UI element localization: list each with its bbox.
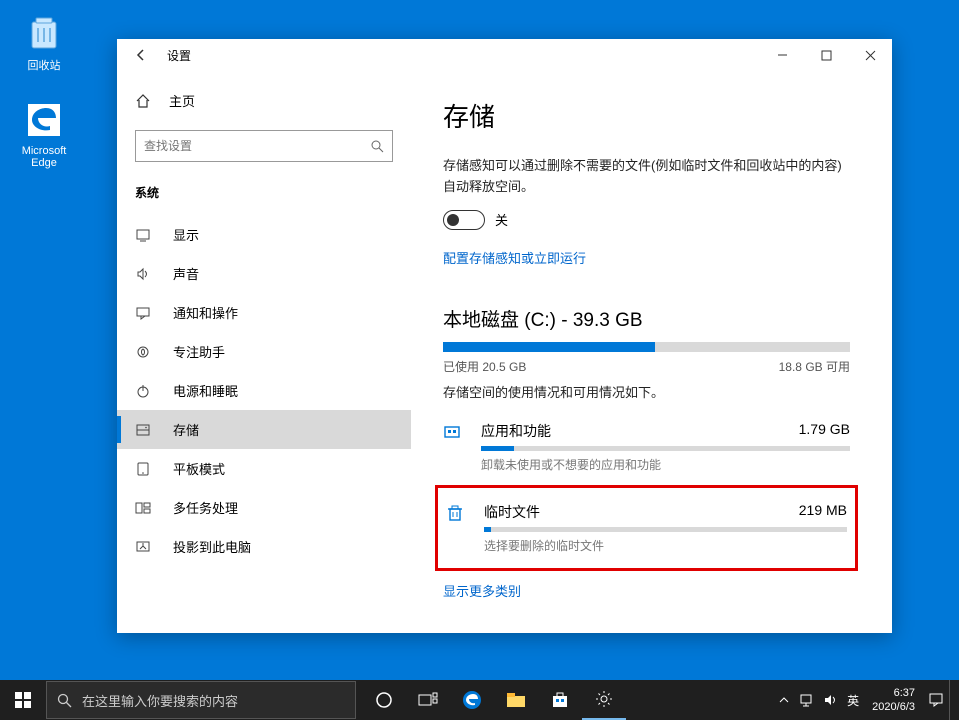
category-subtitle: 卸载未使用或不想要的应用和功能 bbox=[481, 456, 850, 473]
power-icon bbox=[135, 383, 153, 399]
sidebar-item-label: 通知和操作 bbox=[173, 303, 238, 322]
storage-sense-description: 存储感知可以通过删除不需要的文件(例如临时文件和回收站中的内容)自动释放空间。 bbox=[443, 156, 850, 198]
notify-icon bbox=[135, 305, 153, 321]
minimize-button[interactable] bbox=[760, 39, 804, 71]
disk-free-label: 18.8 GB 可用 bbox=[779, 358, 850, 375]
sidebar-item-label: 专注助手 bbox=[173, 342, 225, 361]
tray-volume-icon[interactable] bbox=[823, 693, 837, 707]
window-title: 设置 bbox=[161, 47, 191, 64]
configure-storage-sense-link[interactable]: 配置存储感知或立即运行 bbox=[443, 248, 586, 267]
taskbar-app-edge[interactable] bbox=[450, 680, 494, 720]
sidebar-item-power[interactable]: 电源和睡眠 bbox=[117, 371, 411, 410]
clock-time: 6:37 bbox=[872, 686, 915, 700]
display-icon bbox=[135, 227, 153, 243]
page-title: 存储 bbox=[443, 97, 850, 134]
content-pane: 存储 存储感知可以通过删除不需要的文件(例如临时文件和回收站中的内容)自动释放空… bbox=[411, 71, 892, 633]
task-view-icon[interactable] bbox=[406, 680, 450, 720]
sidebar-item-display[interactable]: 显示 bbox=[117, 215, 411, 254]
sidebar-item-label: 平板模式 bbox=[173, 459, 225, 478]
desktop-icon-label: Microsoft Edge bbox=[8, 145, 80, 169]
search-box[interactable] bbox=[135, 130, 393, 162]
taskbar-app-explorer[interactable] bbox=[494, 680, 538, 720]
usage-description: 存储空间的使用情况和可用情况如下。 bbox=[443, 383, 850, 404]
sidebar-item-label: 显示 bbox=[173, 225, 199, 244]
sidebar-item-focus[interactable]: 专注助手 bbox=[117, 332, 411, 371]
toggle-state-label: 关 bbox=[495, 210, 508, 229]
system-tray: 英 6:37 2020/6/3 bbox=[774, 680, 959, 720]
taskbar-search-placeholder: 在这里输入你要搜索的内容 bbox=[82, 691, 238, 710]
desktop-icon-edge[interactable]: Microsoft Edge bbox=[8, 98, 80, 169]
search-icon bbox=[57, 693, 72, 708]
sidebar-item-notify[interactable]: 通知和操作 bbox=[117, 293, 411, 332]
sidebar-item-label: 投影到此电脑 bbox=[173, 537, 251, 556]
home-label: 主页 bbox=[169, 91, 195, 110]
taskbar: 在这里输入你要搜索的内容 英 6:37 2020/6/3 bbox=[0, 680, 959, 720]
category-size: 219 MB bbox=[799, 502, 847, 522]
tablet-icon bbox=[135, 461, 153, 477]
project-icon bbox=[135, 539, 153, 555]
sidebar-item-label: 多任务处理 bbox=[173, 498, 238, 517]
maximize-button[interactable] bbox=[804, 39, 848, 71]
storage-category-apps[interactable]: 应用和功能 1.79 GB 卸载未使用或不想要的应用和功能 bbox=[443, 413, 850, 481]
back-button[interactable] bbox=[121, 39, 161, 71]
storage-icon bbox=[135, 422, 153, 438]
sidebar-item-storage[interactable]: 存储 bbox=[117, 410, 411, 449]
sidebar: 主页 系统 显示声音通知和操作专注助手电源和睡眠存储平板模式多任务处理投影到此电… bbox=[117, 71, 411, 633]
disk-usage-bar bbox=[443, 342, 850, 352]
tray-network-icon[interactable] bbox=[799, 693, 813, 707]
sound-icon bbox=[135, 266, 153, 282]
cortana-icon[interactable] bbox=[362, 680, 406, 720]
show-more-categories-link[interactable]: 显示更多类别 bbox=[443, 581, 521, 600]
tray-clock[interactable]: 6:37 2020/6/3 bbox=[872, 686, 915, 715]
category-bar bbox=[481, 446, 850, 451]
close-button[interactable] bbox=[848, 39, 892, 71]
clock-date: 2020/6/3 bbox=[872, 700, 915, 714]
sidebar-item-label: 声音 bbox=[173, 264, 199, 283]
disk-used-label: 已使用 20.5 GB bbox=[443, 358, 526, 375]
sidebar-item-sound[interactable]: 声音 bbox=[117, 254, 411, 293]
sidebar-item-multitask[interactable]: 多任务处理 bbox=[117, 488, 411, 527]
search-icon bbox=[370, 139, 384, 153]
home-nav[interactable]: 主页 bbox=[117, 83, 411, 118]
storage-sense-toggle[interactable] bbox=[443, 210, 485, 230]
multitask-icon bbox=[135, 500, 153, 516]
sidebar-item-tablet[interactable]: 平板模式 bbox=[117, 449, 411, 488]
trash-icon bbox=[446, 502, 474, 522]
show-desktop-button[interactable] bbox=[949, 680, 955, 720]
taskbar-app-store[interactable] bbox=[538, 680, 582, 720]
recycle-bin-icon bbox=[22, 10, 66, 54]
category-bar bbox=[484, 527, 847, 532]
storage-category-trash[interactable]: 临时文件 219 MB 选择要删除的临时文件 bbox=[435, 485, 858, 571]
settings-window: 设置 主页 系统 显示声音通知和操作专注助手电源和睡眠存储平板模式多任务处理投影… bbox=[117, 39, 892, 633]
category-name: 应用和功能 bbox=[481, 421, 551, 441]
tray-chevron-icon[interactable] bbox=[779, 695, 789, 705]
tray-ime-label[interactable]: 英 bbox=[847, 692, 859, 709]
sidebar-item-label: 电源和睡眠 bbox=[173, 381, 238, 400]
desktop-icon-label: 回收站 bbox=[8, 57, 80, 73]
taskbar-search[interactable]: 在这里输入你要搜索的内容 bbox=[46, 681, 356, 719]
start-button[interactable] bbox=[0, 680, 46, 720]
focus-icon bbox=[135, 344, 153, 360]
category-name: 临时文件 bbox=[484, 502, 540, 522]
disk-heading: 本地磁盘 (C:) - 39.3 GB bbox=[443, 305, 850, 332]
edge-icon bbox=[22, 98, 66, 142]
category-subtitle: 选择要删除的临时文件 bbox=[484, 537, 847, 554]
titlebar: 设置 bbox=[117, 39, 892, 71]
sidebar-item-label: 存储 bbox=[173, 420, 199, 439]
search-input[interactable] bbox=[144, 139, 370, 153]
desktop-icon-recycle-bin[interactable]: 回收站 bbox=[8, 10, 80, 73]
action-center-icon[interactable] bbox=[928, 692, 944, 708]
taskbar-app-settings[interactable] bbox=[582, 680, 626, 720]
home-icon bbox=[135, 93, 153, 109]
sidebar-category: 系统 bbox=[117, 180, 411, 215]
sidebar-item-project[interactable]: 投影到此电脑 bbox=[117, 527, 411, 566]
apps-icon bbox=[443, 421, 471, 441]
category-size: 1.79 GB bbox=[799, 421, 850, 441]
